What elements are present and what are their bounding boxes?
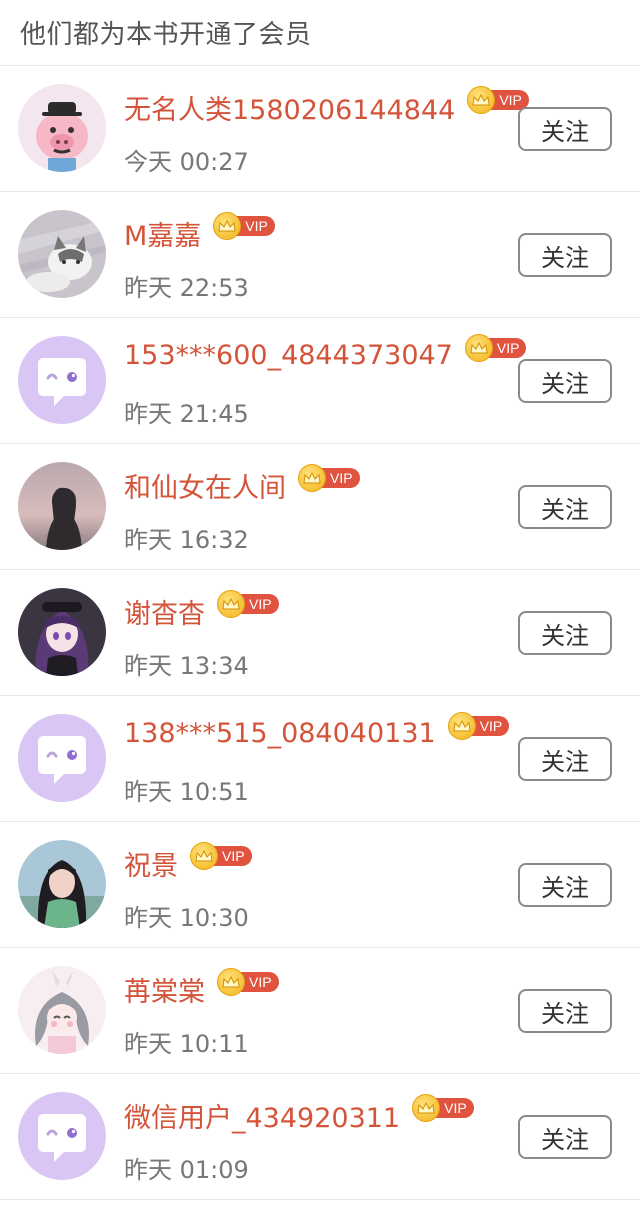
member-time: 今天 00:27 xyxy=(124,148,249,176)
follow-button[interactable]: 关注 xyxy=(518,1115,612,1159)
member-name[interactable]: 祝景 xyxy=(124,844,178,883)
crown-icon xyxy=(412,1093,441,1122)
vip-badge: VIP xyxy=(447,711,510,740)
member-name[interactable]: 苒棠棠 xyxy=(124,970,205,1009)
vip-badge: VIP xyxy=(217,589,279,618)
crown-icon xyxy=(298,463,326,492)
vip-badge: VIP xyxy=(217,967,279,996)
member-time: 昨天 13:34 xyxy=(124,652,249,680)
list-item[interactable]: 138***515_084040131 VIP 昨天 10:51 关注 xyxy=(0,696,640,822)
crown-icon xyxy=(467,85,496,114)
pig-avatar[interactable] xyxy=(18,84,106,172)
list-item[interactable]: 无名人类1580206144844 VIP 今天 00:27 关注 xyxy=(0,66,640,192)
member-name[interactable]: 153***600_4844373047 xyxy=(124,340,453,371)
member-name[interactable]: 和仙女在人间 xyxy=(124,466,286,505)
follow-button[interactable]: 关注 xyxy=(518,107,612,151)
member-time: 昨天 01:09 xyxy=(124,1156,249,1184)
follow-button[interactable]: 关注 xyxy=(518,611,612,655)
vip-badge: VIP xyxy=(464,333,527,362)
default-chat-avatar[interactable] xyxy=(18,714,106,802)
member-time: 昨天 22:53 xyxy=(124,274,249,302)
crown-icon xyxy=(217,589,245,618)
vip-badge: VIP xyxy=(412,1093,474,1122)
follow-button[interactable]: 关注 xyxy=(518,359,612,403)
crown-icon xyxy=(464,333,493,362)
follow-button[interactable]: 关注 xyxy=(518,233,612,277)
vip-badge: VIP xyxy=(298,463,360,492)
anime-girl-avatar[interactable] xyxy=(18,588,106,676)
member-name[interactable]: 微信用户_434920311 xyxy=(124,1096,400,1135)
member-name[interactable]: 138***515_084040131 xyxy=(124,718,436,749)
vip-badge: VIP xyxy=(213,211,275,240)
member-time: 昨天 10:51 xyxy=(124,778,249,806)
list-item[interactable]: 苒棠棠 VIP 昨天 10:11 关注 xyxy=(0,948,640,1074)
page-header: 他们都为本书开通了会员 xyxy=(0,0,640,66)
member-name[interactable]: 谢杳杳 xyxy=(124,592,205,631)
list-item[interactable]: 153***600_4844373047 VIP 昨天 21:45 关注 xyxy=(0,318,640,444)
bunny-girl-avatar[interactable] xyxy=(18,966,106,1054)
cat-avatar[interactable] xyxy=(18,210,106,298)
crown-icon xyxy=(217,967,245,996)
member-name[interactable]: M嘉嘉 xyxy=(124,214,201,253)
follow-button[interactable]: 关注 xyxy=(518,485,612,529)
page-title: 他们都为本书开通了会员 xyxy=(20,20,312,50)
list-item[interactable]: 谢杳杳 VIP 昨天 13:34 关注 xyxy=(0,570,640,696)
list-item[interactable]: 微信用户_434920311 VIP 昨天 01:09 关注 xyxy=(0,1074,640,1200)
list-item[interactable]: M嘉嘉 VIP 昨天 22:53 关注 xyxy=(0,192,640,318)
list-item[interactable]: 和仙女在人间 VIP 昨天 16:32 关注 xyxy=(0,444,640,570)
member-time: 昨天 16:32 xyxy=(124,526,249,554)
member-name[interactable]: 无名人类1580206144844 xyxy=(124,88,455,127)
default-chat-avatar[interactable] xyxy=(18,1092,106,1180)
default-chat-avatar[interactable] xyxy=(18,336,106,424)
member-time: 昨天 10:11 xyxy=(124,1030,249,1058)
follow-button[interactable]: 关注 xyxy=(518,737,612,781)
crown-icon xyxy=(213,211,242,240)
member-time: 昨天 21:45 xyxy=(124,400,249,428)
member-list: 无名人类1580206144844 VIP 今天 00:27 关注 M嘉嘉 VI… xyxy=(0,66,640,1200)
follow-button[interactable]: 关注 xyxy=(518,989,612,1033)
silhouette-avatar[interactable] xyxy=(18,462,106,550)
follow-button[interactable]: 关注 xyxy=(518,863,612,907)
list-item[interactable]: 祝景 VIP 昨天 10:30 关注 xyxy=(0,822,640,948)
crown-icon xyxy=(447,711,476,740)
member-time: 昨天 10:30 xyxy=(124,904,249,932)
vip-badge: VIP xyxy=(190,841,252,870)
crown-icon xyxy=(190,841,218,870)
photo-girl-avatar[interactable] xyxy=(18,840,106,928)
